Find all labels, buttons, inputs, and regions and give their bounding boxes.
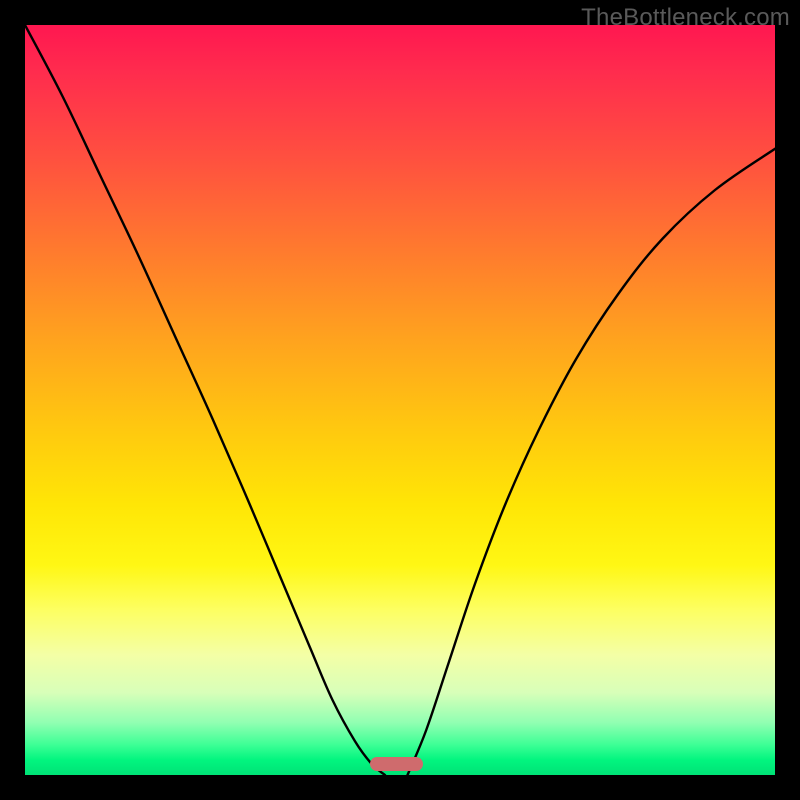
- curve-layer: [25, 25, 775, 775]
- right-branch-path: [408, 149, 776, 775]
- plot-area: [25, 25, 775, 775]
- chart-frame: TheBottleneck.com: [0, 0, 800, 800]
- left-branch-path: [25, 25, 385, 775]
- optimal-marker: [370, 757, 423, 771]
- watermark-text: TheBottleneck.com: [581, 4, 790, 32]
